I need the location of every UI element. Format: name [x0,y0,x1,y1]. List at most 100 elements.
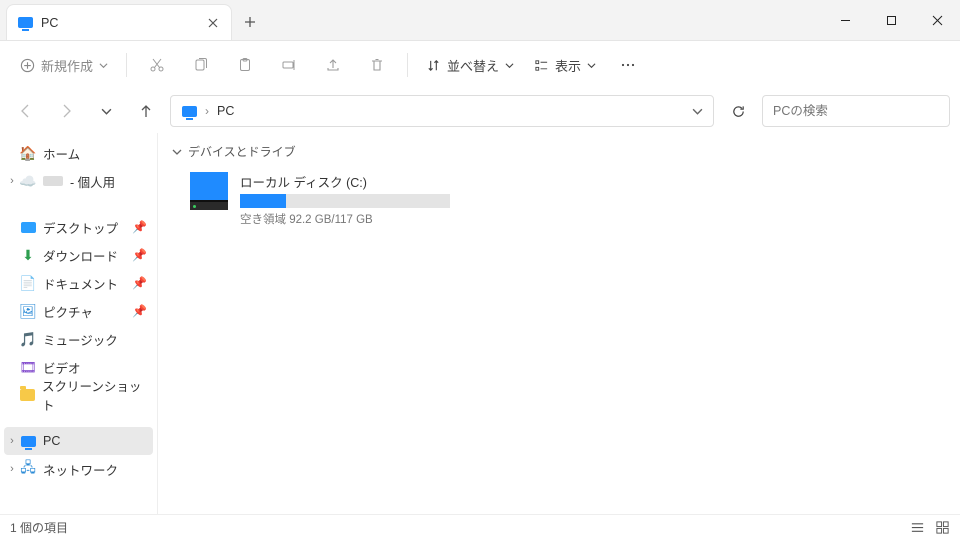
cut-button[interactable] [137,47,177,83]
copy-icon [193,57,209,73]
maximize-button[interactable] [868,0,914,40]
body: 🏠 ホーム › ☁️ - 個人用 デスクトップ 📌 ⬇ ダウンロード 📌 [0,133,960,514]
sidebar-item-label: ピクチャ [43,302,93,321]
paste-button[interactable] [225,47,265,83]
sidebar-item-label: ビデオ [43,358,81,377]
group-header[interactable]: デバイスとドライブ [172,143,946,160]
capacity-bar [240,194,450,208]
sidebar-item-label: ダウンロード [43,246,118,265]
content-pane: デバイスとドライブ ローカル ディスク (C:) 空き領域 92.2 GB/11… [158,133,960,514]
sort-button[interactable]: 並べ替え [418,47,522,83]
address-bar[interactable]: › PC [170,95,714,127]
sidebar-item-label: ネットワーク [43,460,118,479]
refresh-icon [731,104,746,119]
breadcrumb[interactable]: PC [217,104,234,118]
icons-view-button[interactable] [935,520,950,535]
pin-icon: 📌 [132,248,147,262]
share-button[interactable] [313,47,353,83]
new-tab-button[interactable] [232,4,268,40]
cloud-icon: ☁️ [20,173,36,189]
rename-icon [281,57,297,73]
search-input[interactable] [773,104,934,118]
sidebar-item-label: ドキュメント [43,274,118,293]
close-window-button[interactable] [914,0,960,40]
network-icon: 🖧 [20,461,36,477]
expand-icon[interactable]: › [6,463,18,475]
rename-button[interactable] [269,47,309,83]
status-item-count: 1 個の項目 [10,519,68,536]
sidebar-item-label: - 個人用 [70,172,115,191]
active-tab[interactable]: PC [6,4,232,40]
drive-name: ローカル ディスク (C:) [240,172,450,191]
copy-button[interactable] [181,47,221,83]
sidebar-item-documents[interactable]: 📄 ドキュメント 📌 [4,269,153,297]
sidebar-item-label: デスクトップ [43,218,118,237]
refresh-button[interactable] [722,95,754,127]
clipboard-icon [237,57,253,73]
back-button[interactable] [10,95,42,127]
folder-icon [20,387,35,403]
picture-icon: 🖼 [20,303,36,319]
pin-icon: 📌 [132,220,147,234]
chevron-down-icon [99,61,108,70]
pin-icon: 📌 [132,276,147,290]
share-icon [325,57,341,73]
ellipsis-icon [620,57,636,73]
expand-icon[interactable]: › [6,435,18,447]
sidebar-item-screenshots[interactable]: スクリーンショット [4,381,153,409]
desktop-icon [20,219,36,235]
delete-button[interactable] [357,47,397,83]
separator [407,53,408,77]
new-button[interactable]: 新規作成 [12,47,116,83]
sidebar-item-label: ホーム [43,144,80,163]
view-button[interactable]: 表示 [526,47,604,83]
minimize-button[interactable] [822,0,868,40]
onedrive-user-redacted [43,176,63,186]
download-icon: ⬇ [20,247,36,263]
sidebar-item-home[interactable]: 🏠 ホーム [4,139,153,167]
drive-free-text: 空き領域 92.2 GB/117 GB [240,211,450,227]
chevron-down-icon [172,147,182,157]
sidebar-item-pc[interactable]: › PC [4,427,153,455]
titlebar: PC [0,0,960,40]
search-box[interactable] [762,95,950,127]
trash-icon [369,57,385,73]
titlebar-drag-area[interactable] [268,0,822,40]
music-icon: 🎵 [20,331,36,347]
scissors-icon [149,57,165,73]
new-button-label: 新規作成 [41,56,93,75]
video-icon: 🎞 [20,359,36,375]
forward-button[interactable] [50,95,82,127]
separator [126,53,127,77]
sidebar-item-label: スクリーンショット [42,376,147,414]
drive-item[interactable]: ローカル ディスク (C:) 空き領域 92.2 GB/117 GB [172,168,946,231]
sidebar-item-label: ミュージック [43,330,118,349]
chevron-down-icon[interactable] [692,106,703,117]
tab-title: PC [41,16,197,30]
sidebar-item-onedrive[interactable]: › ☁️ - 個人用 [4,167,153,195]
sidebar-item-pictures[interactable]: 🖼 ピクチャ 📌 [4,297,153,325]
up-button[interactable] [130,95,162,127]
breadcrumb-separator: › [205,104,209,118]
more-button[interactable] [608,47,648,83]
document-icon: 📄 [20,275,36,291]
monitor-icon [17,15,33,31]
monitor-icon [181,103,197,119]
sidebar-item-downloads[interactable]: ⬇ ダウンロード 📌 [4,241,153,269]
pin-icon: 📌 [132,304,147,318]
main-window: 新規作成 並べ替え 表示 › P [0,40,960,540]
status-bar: 1 個の項目 [0,514,960,540]
expand-icon[interactable]: › [6,175,18,187]
view-button-label: 表示 [555,56,581,75]
sidebar-item-desktop[interactable]: デスクトップ 📌 [4,213,153,241]
close-tab-icon[interactable] [205,15,221,31]
monitor-icon [20,433,36,449]
sidebar-item-network[interactable]: › 🖧 ネットワーク [4,455,153,483]
history-button[interactable] [90,95,122,127]
sidebar-item-music[interactable]: 🎵 ミュージック [4,325,153,353]
group-header-label: デバイスとドライブ [188,143,296,160]
drive-info: ローカル ディスク (C:) 空き領域 92.2 GB/117 GB [240,172,450,227]
details-view-button[interactable] [910,520,925,535]
drive-icon [190,172,228,210]
command-toolbar: 新規作成 並べ替え 表示 [0,41,960,89]
